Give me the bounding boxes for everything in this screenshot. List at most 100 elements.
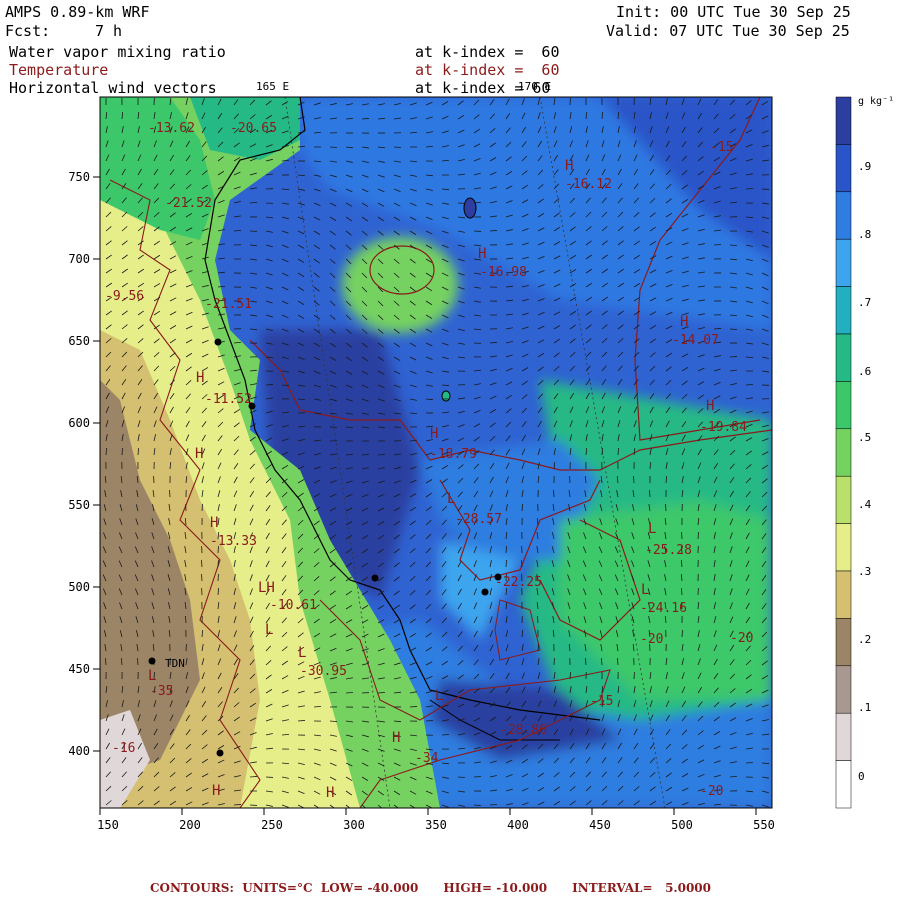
pressure-marker: H <box>680 314 688 330</box>
y-tick-label: 600 <box>68 416 90 430</box>
pressure-marker: H <box>706 398 714 414</box>
colorbar-swatch <box>835 475 852 524</box>
pressure-marker: H <box>430 426 438 442</box>
colorbar-swatch <box>835 428 852 477</box>
colorbar-swatch <box>835 665 852 714</box>
pressure-marker: L <box>648 521 656 537</box>
temperature-label: -15 <box>590 694 613 709</box>
pressure-marker: H <box>478 246 486 262</box>
temperature-label: -20 <box>700 784 723 799</box>
colorbar-label: .4 <box>858 498 872 511</box>
temperature-label: -19.84 <box>700 420 747 435</box>
x-tick-label: 450 <box>589 818 611 832</box>
y-tick-label: 450 <box>68 662 90 676</box>
colorbar-swatch <box>835 238 852 287</box>
colorbar-swatch <box>835 191 852 240</box>
pressure-marker: L <box>641 582 649 598</box>
temperature-label: -18.79 <box>430 447 477 462</box>
colorbar-label: .6 <box>858 365 871 378</box>
colorbar-swatch <box>835 96 852 145</box>
colorbar-swatch <box>835 570 852 619</box>
temperature-label: -21.52 <box>165 196 212 211</box>
temperature-label: -16.12 <box>565 177 612 192</box>
y-tick-label: 500 <box>68 580 90 594</box>
temperature-label: -20.65 <box>230 121 277 136</box>
x-tick-label: 350 <box>425 818 447 832</box>
meridian-label-170e: 170 E <box>518 80 551 93</box>
x-tick-label: 300 <box>343 818 365 832</box>
island <box>441 390 451 402</box>
pressure-marker: H <box>392 730 400 746</box>
island <box>463 197 477 219</box>
temperature-label: -13.33 <box>210 534 257 549</box>
y-axis-ticks: 750 700 650 600 550 500 450 400 <box>68 170 100 758</box>
meridian-label-165e: 165 E <box>256 80 289 93</box>
colorbar-label: .9 <box>858 160 871 173</box>
colorbar-swatch <box>835 618 852 667</box>
pressure-marker: H <box>210 515 218 531</box>
y-tick-label: 400 <box>68 744 90 758</box>
pressure-marker: L <box>148 668 156 684</box>
contour-footer: CONTOURS: UNITS=°C LOW= -40.000 HIGH= -1… <box>150 881 712 895</box>
colorbar-label: 0 <box>858 770 865 783</box>
x-tick-label: 500 <box>671 818 693 832</box>
pressure-marker: H <box>326 785 334 801</box>
x-tick-label: 150 <box>97 818 119 832</box>
colorbar-swatch <box>835 712 852 761</box>
colorbar-label: .5 <box>858 431 871 444</box>
y-tick-label: 550 <box>68 498 90 512</box>
temperature-label: -10.61 <box>270 598 317 613</box>
temperature-label: -21.51 <box>205 297 252 312</box>
temperature-label: -34 <box>415 751 439 766</box>
weather-map: -13.62 -20.65-21.52-9.56-21.51-16.12-16.9… <box>68 80 894 832</box>
y-tick-label: 650 <box>68 334 90 348</box>
temperature-label: -28.57 <box>455 512 502 527</box>
colorbar-label: .2 <box>858 633 871 646</box>
pressure-marker: LH <box>258 580 275 596</box>
colorbar-labels: .9 .8 .7 .6 .5 .4 .3 .2 .1 0 <box>858 160 872 783</box>
pressure-marker: H <box>212 783 220 799</box>
temperature-label: -28.86 <box>500 723 547 738</box>
plot-area: -13.62 -20.65 -21.52 -9.56 -21.51 -16.12 -16.9… <box>100 97 772 808</box>
temperature-label: -14.07 <box>672 333 719 348</box>
station-label: TDN <box>165 657 185 670</box>
colorbar-label: .7 <box>858 296 871 309</box>
temperature-label: -20 <box>730 631 753 646</box>
temperature-label: -25.28 <box>645 543 692 558</box>
colorbar-swatch <box>835 760 852 809</box>
y-tick-label: 700 <box>68 252 90 266</box>
pressure-marker: L <box>298 645 306 661</box>
temperature-label: -9.56 <box>105 289 144 304</box>
colorbar-unit: g kg⁻¹ <box>858 96 894 107</box>
temperature-label: -16 <box>112 741 135 756</box>
x-tick-label: 400 <box>507 818 529 832</box>
temperature-label: -22.25 <box>495 575 542 590</box>
x-tick-label: 550 <box>753 818 775 832</box>
temperature-label: -20 <box>640 632 663 647</box>
colorbar-swatch <box>835 144 852 193</box>
x-tick-label: 250 <box>261 818 283 832</box>
x-axis-ticks: 150 200 250 300 350 400 450 500 550 <box>97 808 775 832</box>
y-tick-label: 750 <box>68 170 90 184</box>
pressure-marker: H <box>565 158 573 174</box>
colorbar-swatch <box>835 523 852 572</box>
colorbar-label: .1 <box>858 701 871 714</box>
pressure-marker: L <box>265 622 273 638</box>
temperature-label: -13.62 <box>148 121 195 136</box>
pressure-marker: H <box>196 370 204 386</box>
temperature-label: -16.98 <box>480 265 527 280</box>
colorbar <box>835 96 852 809</box>
colorbar-swatch <box>835 286 852 335</box>
temperature-label: -11.52 <box>205 392 252 407</box>
colorbar-swatch <box>835 381 852 430</box>
x-tick-label: 200 <box>179 818 201 832</box>
temperature-label: -35 <box>150 684 173 699</box>
pressure-marker: L <box>447 491 455 507</box>
temperature-label: -30.95 <box>300 664 347 679</box>
pressure-marker: L <box>435 688 443 704</box>
pressure-marker: H <box>195 446 203 462</box>
temperature-label: -24.16 <box>640 601 687 616</box>
colorbar-label: .3 <box>858 565 871 578</box>
colorbar-label: .8 <box>858 228 871 241</box>
colorbar-swatch <box>835 333 852 382</box>
